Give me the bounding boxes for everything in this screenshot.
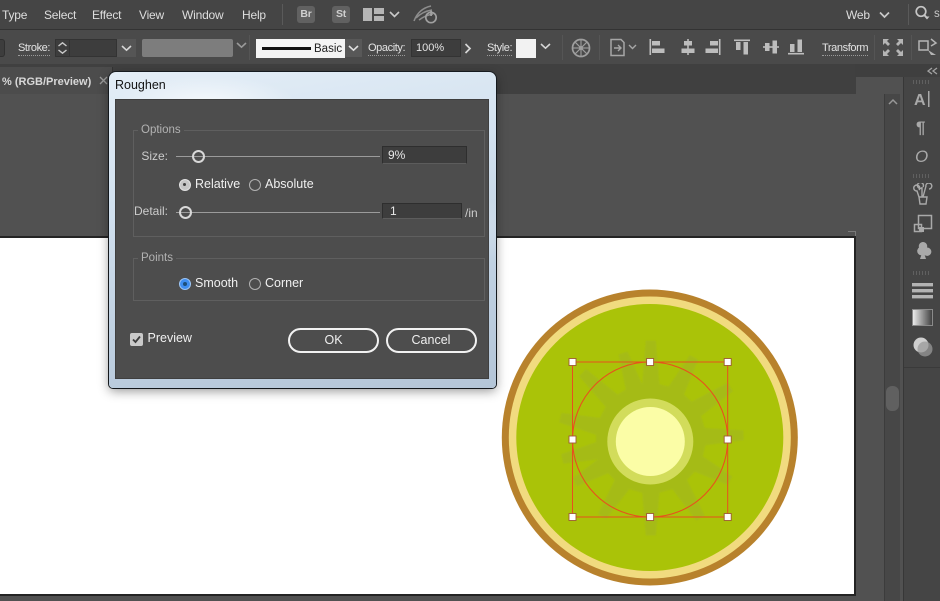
svg-text:A: A [914,92,926,108]
svg-text:s: s [934,8,940,20]
svg-text:¶: ¶ [916,118,925,136]
svg-text:O: O [915,147,928,165]
